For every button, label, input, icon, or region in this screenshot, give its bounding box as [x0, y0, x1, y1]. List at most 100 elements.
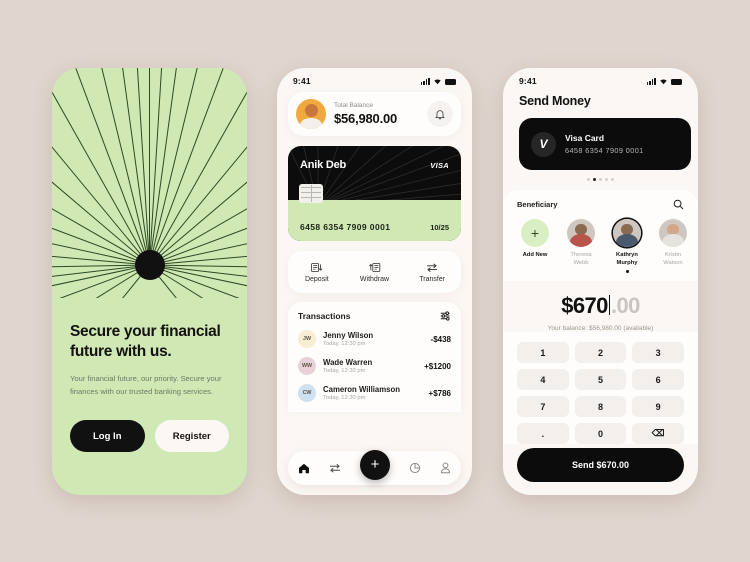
search-icon[interactable]	[673, 199, 684, 210]
transfer-action[interactable]: Transfer	[403, 262, 461, 283]
card-number: 6458 6354 7909 0001	[300, 222, 391, 232]
avatar	[567, 219, 595, 247]
key-decimal[interactable]: .	[517, 423, 569, 444]
page-subtitle: Your financial future, our priority. Sec…	[70, 374, 222, 396]
page-title: Secure your financial future with us.	[70, 323, 221, 360]
numeric-keypad: 1 2 3 4 5 6 7 8 9 . 0 ⌫	[503, 332, 698, 444]
transaction-name: Jenny Wilson	[323, 330, 374, 340]
nav-analytics[interactable]	[409, 462, 421, 474]
key-5[interactable]: 5	[574, 369, 627, 390]
send-header: Send Money V Visa Card 6458 6354 7909 00…	[503, 90, 698, 181]
beneficiary-label: Theresa Webb	[570, 252, 592, 266]
selected-card[interactable]: V Visa Card 6458 6354 7909 0001	[519, 118, 691, 170]
transaction-info: Cameron Williamson Today, 12:30 pm	[323, 385, 422, 402]
carousel-dot[interactable]	[599, 178, 602, 181]
beneficiary-title: Beneficiary	[517, 200, 558, 209]
transaction-time: Today, 12:30 pm	[323, 341, 366, 348]
nav-transfer[interactable]	[329, 463, 341, 473]
amount-display[interactable]: $670.00	[561, 293, 640, 319]
key-6[interactable]: 6	[632, 369, 684, 390]
beneficiary-kristin-watson[interactable]: Kristin Watson	[655, 219, 691, 273]
transaction-info: Jenny Wilson Today, 12:30 pm	[323, 331, 424, 348]
key-1[interactable]: 1	[517, 342, 569, 363]
table-row[interactable]: WW Wade Warren Today, 12:30 pm +$1200	[298, 357, 451, 375]
withdraw-icon	[368, 262, 380, 272]
balance-label: Total Balance	[334, 102, 374, 109]
card-holder-name: Anik Deb	[300, 159, 347, 171]
nav-home[interactable]	[298, 463, 310, 474]
status-icons	[646, 77, 682, 85]
beneficiary-label: Kathryn Murphy	[616, 252, 638, 266]
credit-card[interactable]: Anik Deb VISA 6458 6354 7909 0001 10/25	[288, 146, 461, 241]
beneficiary-header: Beneficiary	[503, 199, 698, 210]
amount-entry: $670.00 Your balance: $56,980.00 (availa…	[503, 281, 698, 332]
carousel-dot[interactable]	[587, 178, 590, 181]
beneficiary-add-new[interactable]: + Add New	[517, 219, 553, 273]
carousel-dot-active[interactable]	[593, 178, 596, 181]
transaction-avatar: CW	[298, 384, 316, 402]
send-money-button[interactable]: Send $670.00	[517, 448, 684, 482]
key-7[interactable]: 7	[517, 396, 569, 417]
add-button[interactable]: +	[359, 449, 390, 480]
table-row[interactable]: JW Jenny Wilson Today, 12:30 pm -$438	[298, 330, 451, 348]
home-icon	[298, 463, 309, 473]
withdraw-action[interactable]: Withdraw	[346, 262, 404, 283]
phone-send-money: 9:41 Send Money V Visa Card 6458 6354 79…	[503, 68, 698, 495]
card-chip-icon	[299, 184, 323, 203]
key-9[interactable]: 9	[632, 396, 684, 417]
deposit-action[interactable]: Deposit	[288, 262, 346, 283]
notifications-button[interactable]	[427, 101, 453, 127]
transaction-name: Wade Warren	[323, 357, 373, 367]
transactions-header: Transactions	[298, 311, 451, 321]
screenshot-stage: Secure your financial future with us. Yo…	[0, 0, 750, 562]
avatar	[659, 219, 687, 247]
status-bar: 9:41	[503, 68, 698, 90]
key-0[interactable]: 0	[574, 423, 627, 444]
bottom-navigation: +	[288, 449, 461, 485]
plus-icon: +	[521, 219, 549, 247]
key-4[interactable]: 4	[517, 369, 569, 390]
card-name: Visa Card	[565, 133, 605, 143]
beneficiary-kathryn-murphy[interactable]: Kathryn Murphy	[609, 219, 645, 273]
onboarding-actions: Log In Register	[70, 420, 229, 452]
nav-profile[interactable]	[440, 462, 451, 474]
selected-card-info: Visa Card 6458 6354 7909 0001	[565, 133, 644, 155]
status-bar: 9:41	[277, 68, 472, 90]
quick-actions: Deposit Withdraw Transfer	[288, 251, 461, 293]
transaction-info: Wade Warren Today, 12:30 pm	[323, 358, 417, 375]
beneficiary-theresa-webb[interactable]: Theresa Webb	[563, 219, 599, 273]
register-button[interactable]: Register	[154, 420, 229, 452]
text-caret	[608, 295, 610, 315]
transactions-title: Transactions	[298, 311, 351, 321]
filter-icon[interactable]	[440, 311, 451, 321]
selected-indicator	[625, 270, 629, 273]
transaction-time: Today, 12:30 pm	[323, 368, 366, 375]
balance-note: Your balance: $56,980.00 (available)	[547, 325, 654, 332]
beneficiary-section: Beneficiary + Add New Theresa Webb Kathr…	[503, 190, 698, 444]
visa-logo: VISA	[430, 161, 449, 170]
key-8[interactable]: 8	[574, 396, 627, 417]
carousel-dot[interactable]	[605, 178, 608, 181]
transaction-time: Today, 12:30 pm	[323, 395, 366, 402]
transaction-avatar: JW	[298, 330, 316, 348]
signal-icon	[420, 77, 430, 85]
balance-text: Total Balance $56,980.00	[334, 102, 419, 126]
amount-fraction: .00	[610, 293, 640, 318]
total-balance-card[interactable]: Total Balance $56,980.00	[288, 92, 461, 136]
balance-amount: $56,980.00	[334, 111, 398, 126]
beneficiary-label: Kristin Watson	[663, 252, 683, 266]
key-3[interactable]: 3	[632, 342, 684, 363]
key-2[interactable]: 2	[574, 342, 627, 363]
table-row[interactable]: CW Cameron Williamson Today, 12:30 pm +$…	[298, 384, 451, 402]
carousel-dot[interactable]	[611, 178, 614, 181]
avatar	[296, 99, 326, 129]
key-backspace-icon[interactable]: ⌫	[632, 423, 684, 444]
card-number: 6458 6354 7909 0001	[565, 146, 644, 155]
phone-home: 9:41 Total Balance $56,980.00 Anik Deb V…	[277, 68, 472, 495]
card-expiry: 10/25	[430, 223, 449, 232]
status-time: 9:41	[293, 76, 311, 86]
home-body: Total Balance $56,980.00 Anik Deb VISA 6…	[277, 90, 472, 412]
wifi-icon	[434, 78, 441, 84]
login-button[interactable]: Log In	[70, 420, 145, 452]
phone-onboarding: Secure your financial future with us. Yo…	[52, 68, 247, 495]
